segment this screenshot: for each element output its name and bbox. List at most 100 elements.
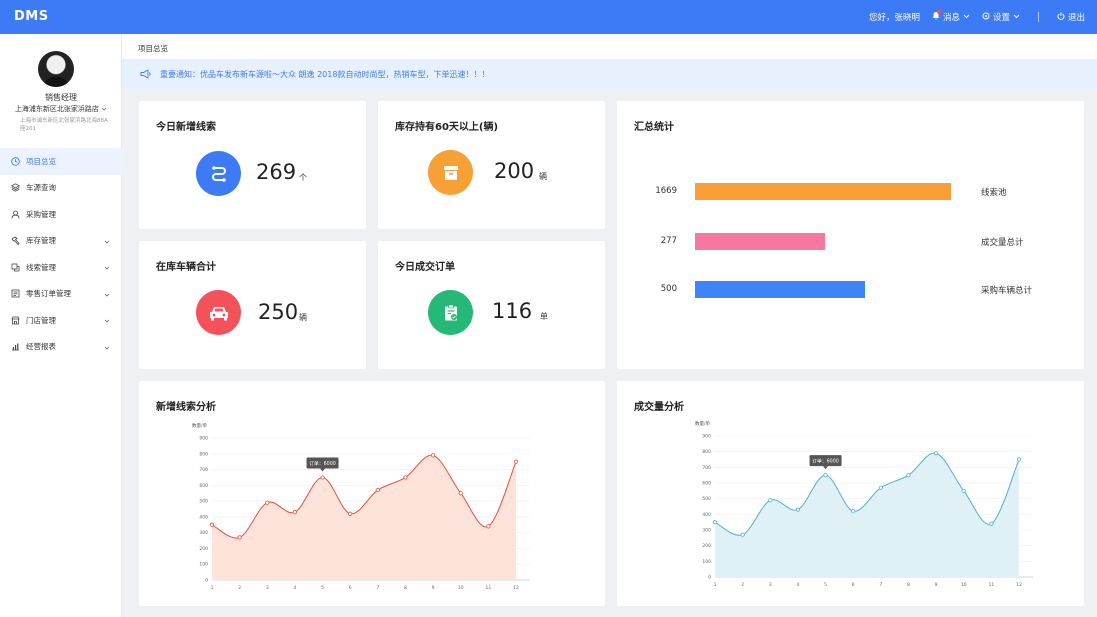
sidebar-item-label: 线索管理 bbox=[26, 262, 56, 272]
data-point bbox=[961, 488, 966, 493]
y-tick-label: 400 bbox=[199, 514, 208, 520]
sidebar-item-stores[interactable]: 门店管理 bbox=[0, 307, 122, 334]
archive-icon bbox=[428, 150, 473, 195]
y-tick-label: 600 bbox=[702, 481, 711, 487]
settings-menu[interactable]: 设置 bbox=[982, 11, 1020, 23]
data-point bbox=[320, 475, 325, 480]
data-point bbox=[795, 507, 801, 512]
summary-bar-value: 500 bbox=[660, 284, 677, 294]
x-tick-label: 1 bbox=[211, 585, 214, 591]
sidebar-item-clues[interactable]: 线索管理 bbox=[0, 254, 122, 281]
sidebar-item-dashboard[interactable]: 项目总览 bbox=[0, 148, 122, 175]
x-tick-label: 4 bbox=[293, 585, 296, 591]
card-title: 在库车辆合计 bbox=[156, 262, 216, 273]
y-tick-label: 600 bbox=[199, 483, 208, 489]
summary-bar-value: 1669 bbox=[655, 186, 677, 196]
sidebar-item-purchase[interactable]: 采购管理 bbox=[0, 201, 122, 228]
card-title: 汇总统计 bbox=[634, 122, 674, 133]
x-tick-label: 10 bbox=[961, 582, 967, 588]
stat-card-vehicles-in-stock[interactable]: 在库车辆合计 250 辆 bbox=[139, 241, 366, 369]
x-tick-label: 11 bbox=[485, 585, 491, 591]
settings-label: 设置 bbox=[992, 13, 1010, 23]
data-point bbox=[823, 473, 828, 478]
avatar[interactable] bbox=[38, 51, 74, 87]
chevron-down-icon bbox=[104, 290, 110, 299]
divider bbox=[1037, 12, 1039, 22]
chevron-down-icon bbox=[104, 316, 110, 325]
stat-card-aged-inventory[interactable]: 库存持有60天以上(辆) 200 辆 bbox=[378, 101, 605, 229]
y-tick-label: 900 bbox=[199, 436, 208, 442]
stat-unit: 个 bbox=[299, 173, 307, 182]
chart-icon bbox=[11, 342, 20, 351]
tooltip-text: 订单：6000 bbox=[812, 458, 839, 465]
top-bar-actions: 您好，张晓明 消息 设置 退出 bbox=[869, 0, 1085, 34]
data-point bbox=[292, 510, 298, 515]
area-fill bbox=[715, 452, 1019, 577]
stat-card-new-clues[interactable]: 今日新增线索 269 个 bbox=[139, 101, 366, 229]
x-tick-label: 7 bbox=[879, 582, 882, 588]
chevron-down-icon bbox=[963, 12, 970, 22]
notice-banner[interactable]: 重要通知：优品车发布新车源啦～大众 朗逸 2018款自动时尚型，热销车型，下单迅… bbox=[122, 60, 1097, 89]
store-name: 上海浦东新区北张家浜路店 bbox=[14, 105, 99, 113]
summary-card: 汇总统计 1669 线索池 277 成交量总计 500 采购车辆总计 bbox=[617, 101, 1084, 369]
data-point bbox=[209, 522, 215, 527]
x-tick-label: 2 bbox=[741, 582, 744, 588]
stat-value: 116 bbox=[492, 299, 533, 323]
line-chart-deals: 数量/单01002003004005006007008009001 2 3 4 5 6 7 8… bbox=[695, 420, 1033, 588]
x-tick-label: 10 bbox=[458, 585, 464, 591]
x-tick-label: 8 bbox=[907, 582, 910, 588]
y-tick-label: 100 bbox=[199, 562, 208, 568]
messages-menu[interactable]: 消息 bbox=[932, 10, 970, 23]
app-logo[interactable]: DMS bbox=[14, 9, 49, 24]
data-point bbox=[906, 473, 911, 478]
store-selector[interactable]: 上海浦东新区北张家浜路店 bbox=[0, 104, 122, 114]
sidebar-item-label: 采购管理 bbox=[26, 209, 56, 219]
user-role: 销售经理 bbox=[45, 93, 77, 102]
sidebar-item-reports[interactable]: 经营报表 bbox=[0, 334, 122, 361]
sidebar-item-retail-orders[interactable]: 零售订单管理 bbox=[0, 281, 122, 308]
logout-button[interactable]: 退出 bbox=[1057, 11, 1085, 23]
area-fill bbox=[212, 455, 516, 580]
x-tick-label: 5 bbox=[321, 585, 324, 591]
chevron-down-icon bbox=[101, 105, 107, 113]
chevron-down-icon bbox=[1013, 12, 1020, 22]
summary-bar[interactable] bbox=[695, 183, 951, 200]
store-address: 上海市浦东新区北张家浜路北海88A座201 bbox=[20, 118, 108, 132]
x-tick-label: 7 bbox=[376, 585, 379, 591]
x-tick-label: 2 bbox=[238, 585, 241, 591]
sidebar-item-label: 库存管理 bbox=[26, 236, 56, 246]
data-point bbox=[458, 491, 463, 496]
sidebar-item-label: 车源查询 bbox=[26, 183, 56, 193]
store-icon bbox=[11, 316, 20, 325]
tooltip-arrow bbox=[320, 468, 326, 472]
x-tick-label: 8 bbox=[404, 585, 407, 591]
data-point bbox=[348, 511, 353, 516]
greeting-text: 您好，张晓明 bbox=[868, 13, 920, 23]
y-tick-label: 0 bbox=[205, 578, 208, 584]
stat-unit: 辆 bbox=[539, 172, 547, 181]
sidebar-item-inventory[interactable]: 库存管理 bbox=[0, 228, 122, 255]
card-title: 今日新增线索 bbox=[156, 122, 216, 133]
y-tick-label: 200 bbox=[702, 543, 711, 549]
layers-icon bbox=[11, 183, 20, 192]
summary-bar-value: 277 bbox=[660, 236, 677, 246]
stat-value: 200 bbox=[494, 159, 535, 183]
sidebar-item-label: 零售订单管理 bbox=[26, 289, 71, 299]
x-tick-label: 9 bbox=[432, 585, 435, 591]
data-point bbox=[513, 459, 519, 464]
sidebar: 销售经理 上海浦东新区北张家浜路店 上海市浦东新区北张家浜路北海88A座201 … bbox=[0, 34, 122, 617]
stat-card-today-orders[interactable]: 今日成交订单 116 单 bbox=[378, 241, 605, 369]
chart-card-new-clues: 新增线索分析 数量/单 0 100 200 300 400 500 600 700 800 900 1… bbox=[139, 381, 605, 606]
stat-unit: 辆 bbox=[299, 313, 307, 322]
summary-bar[interactable] bbox=[695, 281, 865, 298]
clipboard-icon bbox=[428, 290, 473, 335]
gear-icon bbox=[982, 12, 990, 23]
y-tick-label: 800 bbox=[199, 451, 208, 457]
data-point bbox=[486, 524, 491, 529]
summary-bar[interactable] bbox=[695, 233, 825, 250]
sidebar-item-label: 项目总览 bbox=[26, 156, 56, 166]
sidebar-item-vehicle-search[interactable]: 车源查询 bbox=[0, 175, 122, 202]
card-title: 库存持有60天以上(辆) bbox=[395, 122, 499, 133]
notice-text: 重要通知：优品车发布新车源啦～大众 朗逸 2018款自动时尚型，热销车型，下单迅… bbox=[160, 70, 490, 79]
stat-value: 269 bbox=[256, 160, 297, 184]
